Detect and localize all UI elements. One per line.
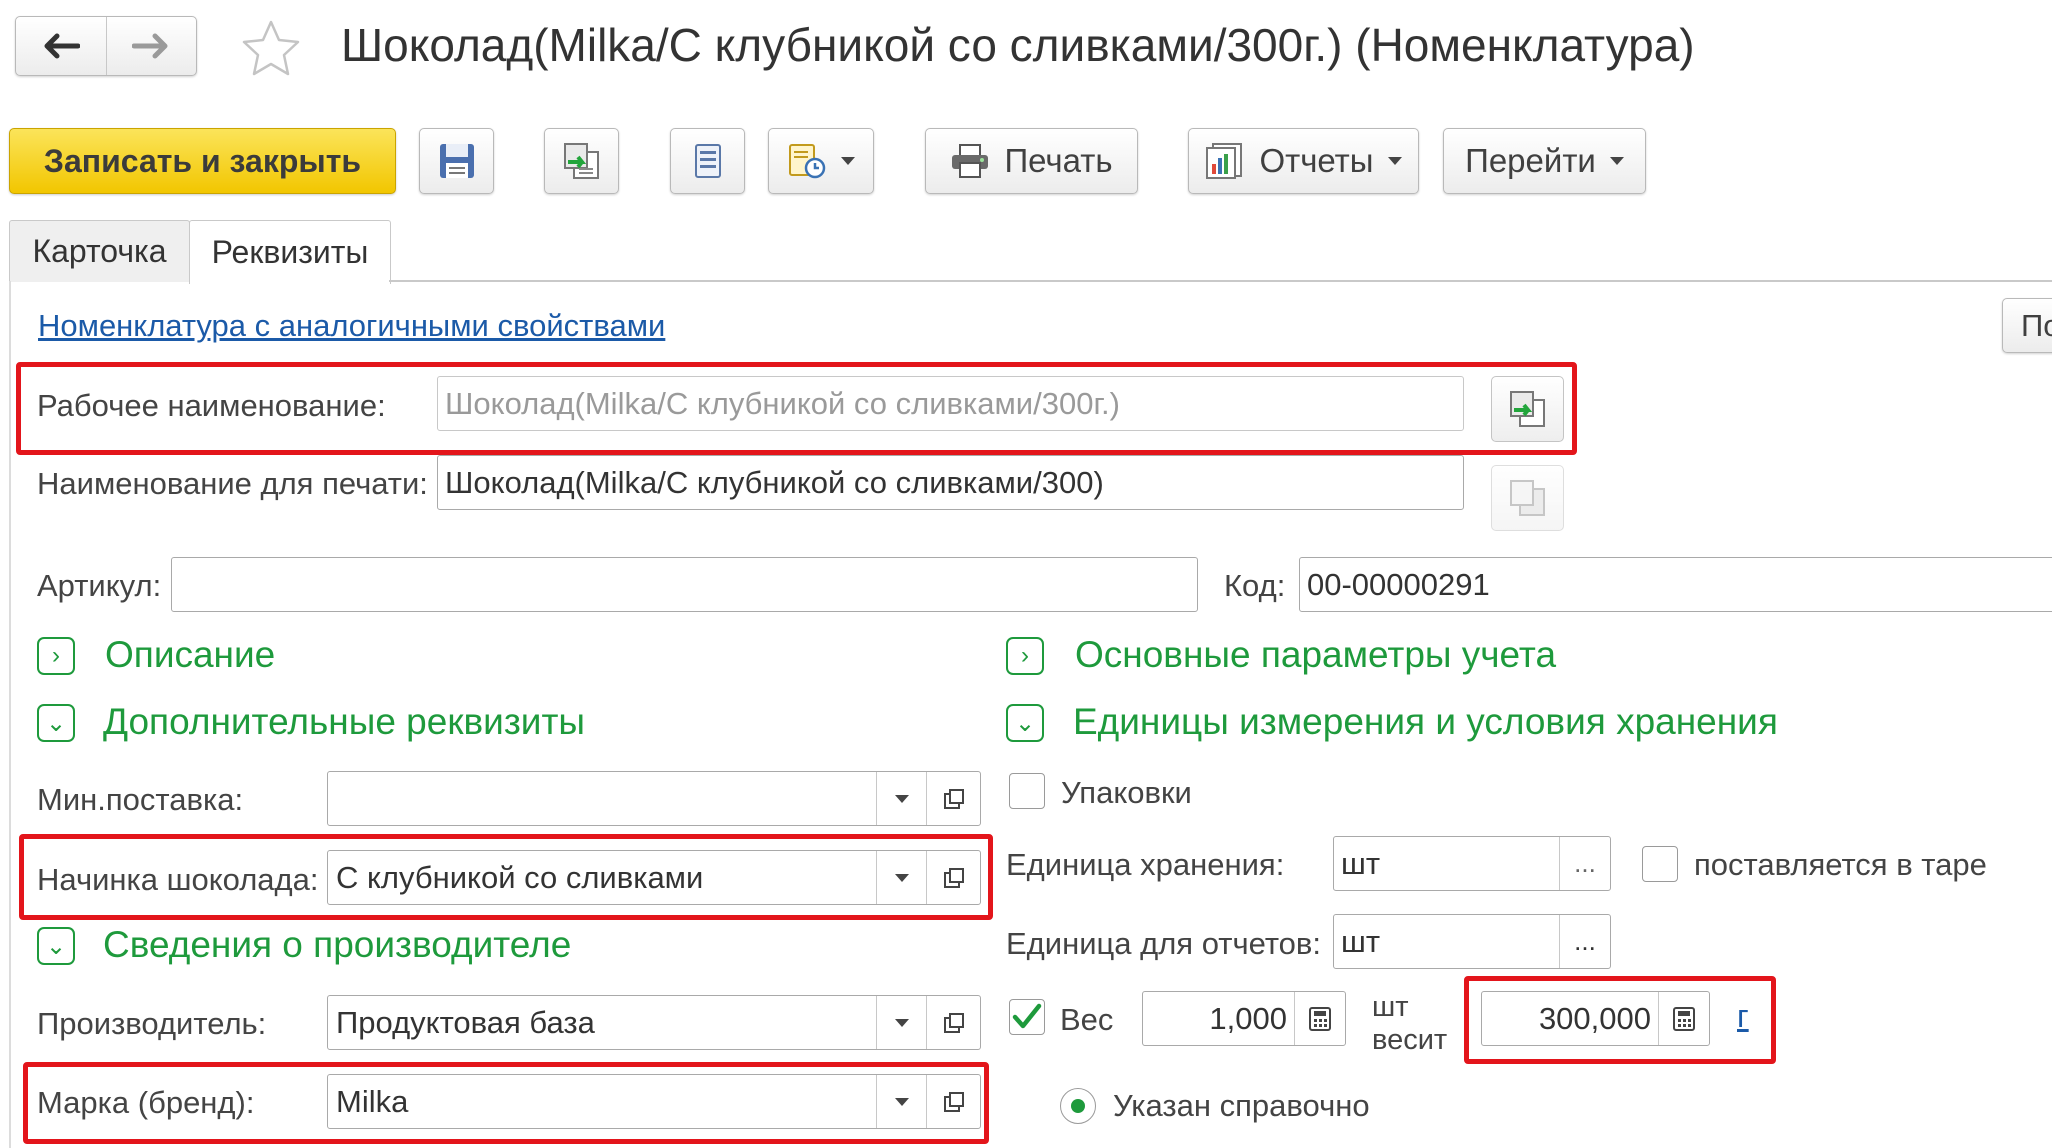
favorite-star-icon[interactable] <box>240 18 302 83</box>
weight-unit-line1: шт <box>1372 991 1409 1023</box>
highlight-filling <box>19 834 993 920</box>
chevron-down-icon <box>1387 157 1402 165</box>
print-name-label: Наименование для печати: <box>37 466 428 501</box>
highlight-working-name <box>16 362 1577 455</box>
weight-qty-value: 1,000 <box>1209 1000 1287 1036</box>
tab-requisites[interactable]: Реквизиты <box>189 220 391 284</box>
section-units[interactable]: Единицы измерения и условия хранения <box>1073 701 1778 743</box>
report-chart-icon <box>1206 143 1243 179</box>
producer-select[interactable]: Продуктовая база <box>327 995 981 1050</box>
report-unit-label: Единица для отчетов: <box>1006 926 1321 961</box>
chevron-down-icon[interactable]: ⌄ <box>37 704 75 742</box>
article-field[interactable] <box>171 557 1198 612</box>
code-field[interactable]: 00-00000291 <box>1299 557 2052 612</box>
weight-unit-line2: весит <box>1372 1024 1448 1056</box>
copy-green-arrow-icon <box>563 143 599 179</box>
section-description[interactable]: Описание <box>105 634 275 676</box>
storage-unit-field[interactable]: шт ... <box>1333 836 1611 891</box>
arrow-left-icon <box>44 33 80 59</box>
panel-border <box>9 281 11 1148</box>
section-manufacturer-info[interactable]: Сведения о производителе <box>103 924 571 966</box>
print-button[interactable]: Печать <box>925 128 1138 194</box>
structure-menu-button[interactable] <box>768 128 874 194</box>
copy-gray-icon <box>1509 480 1545 516</box>
reports-menu-button[interactable]: Отчеты <box>1188 128 1419 194</box>
reports-label: Отчеты <box>1259 142 1374 179</box>
chevron-right-icon[interactable]: › <box>37 637 75 675</box>
min-supply-select[interactable] <box>327 771 981 826</box>
print-name-field[interactable]: Шоколад(Milka/С клубникой со сливками/30… <box>437 455 1464 510</box>
report-unit-select-button[interactable]: ... <box>1559 915 1610 968</box>
arrow-right-icon <box>132 33 168 59</box>
report-unit-field[interactable]: шт ... <box>1333 914 1611 969</box>
copy-item-button[interactable] <box>544 128 619 194</box>
weight-unit-caption: шт весит <box>1372 991 1447 1057</box>
goto-label: Перейти <box>1465 142 1596 179</box>
report-unit-value: шт <box>1341 923 1381 959</box>
tare-checkbox[interactable] <box>1642 846 1678 882</box>
save-button[interactable] <box>419 128 494 194</box>
chevron-right-icon[interactable]: › <box>1006 637 1044 675</box>
tare-label: поставляется в таре <box>1694 847 1987 882</box>
printer-icon <box>952 144 989 178</box>
side-action-button[interactable]: По <box>2002 298 2052 353</box>
packages-label: Упаковки <box>1061 775 1192 810</box>
producer-value: Продуктовая база <box>336 1004 595 1040</box>
highlight-brand <box>23 1062 989 1144</box>
dropdown-arrow-icon[interactable] <box>876 772 927 825</box>
window-title: Шоколад(Milka/С клубникой со сливками/30… <box>341 19 1695 71</box>
radio-dot-icon <box>1071 1099 1085 1113</box>
checkmark-icon <box>1012 1003 1042 1029</box>
back-button[interactable] <box>16 17 106 75</box>
chevron-down-icon[interactable]: ⌄ <box>37 927 75 965</box>
calculator-icon[interactable] <box>1294 992 1345 1045</box>
reference-radio[interactable] <box>1060 1088 1096 1124</box>
open-icon[interactable] <box>926 996 980 1049</box>
open-icon[interactable] <box>926 772 980 825</box>
chevron-down-icon <box>841 157 855 165</box>
chevron-down-icon[interactable]: ⌄ <box>1006 704 1044 742</box>
fill-print-name-button[interactable] <box>1491 465 1564 531</box>
print-label: Печать <box>1004 142 1113 179</box>
weight-label: Вес <box>1060 1002 1114 1037</box>
dropdown-arrow-icon[interactable] <box>876 996 927 1049</box>
weight-checkbox[interactable] <box>1009 999 1045 1035</box>
save-and-close-button[interactable]: Записать и закрыть <box>9 128 396 194</box>
list-lines-icon <box>694 144 721 178</box>
tab-card[interactable]: Карточка <box>9 220 190 282</box>
storage-unit-value: шт <box>1341 845 1381 881</box>
similar-items-link[interactable]: Номенклатура с аналогичными свойствами <box>38 308 665 344</box>
list-view-button[interactable] <box>670 128 745 194</box>
history-nav <box>15 16 197 76</box>
document-clock-icon <box>789 144 826 179</box>
chevron-down-icon <box>1609 157 1624 165</box>
section-accounting[interactable]: Основные параметры учета <box>1075 634 1556 676</box>
goto-menu-button[interactable]: Перейти <box>1443 128 1646 194</box>
reference-label: Указан справочно <box>1113 1088 1370 1123</box>
producer-label: Производитель: <box>37 1006 267 1041</box>
tab-divider <box>389 280 2052 282</box>
section-additional[interactable]: Дополнительные реквизиты <box>103 701 585 743</box>
highlight-weight <box>1464 976 1776 1064</box>
forward-button[interactable] <box>105 17 197 75</box>
storage-unit-label: Единица хранения: <box>1006 847 1285 882</box>
weight-qty-field[interactable]: 1,000 <box>1142 991 1346 1046</box>
min-supply-label: Мин.поставка: <box>37 782 244 817</box>
floppy-disk-icon <box>439 144 474 178</box>
code-label: Код: <box>1224 568 1286 603</box>
storage-unit-select-button[interactable]: ... <box>1559 837 1610 890</box>
article-label: Артикул: <box>37 568 162 603</box>
packages-checkbox[interactable] <box>1009 773 1045 809</box>
